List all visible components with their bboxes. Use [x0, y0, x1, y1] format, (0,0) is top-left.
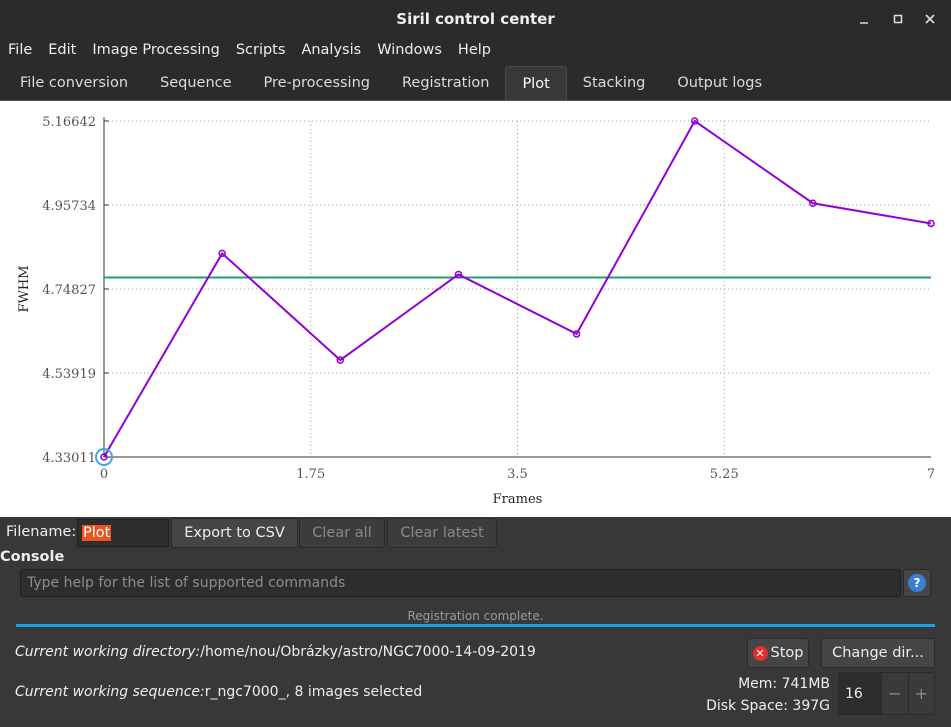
menu-image-processing[interactable]: Image Processing [84, 42, 227, 58]
filename-field[interactable]: Plot [77, 519, 169, 547]
y-tick-label: 4.74827 [42, 283, 96, 298]
fwhm-chart: 0 1.75 3.5 5.25 7 4.33011 4.53919 4.74827 4.9573… [17, 115, 935, 507]
filename-value: Plot [82, 525, 112, 541]
menu-windows[interactable]: Windows [369, 42, 450, 58]
y-tick-label: 4.95734 [42, 199, 96, 214]
y-tick-label: 4.33011 [42, 451, 96, 466]
working-sequence: Current working sequence:r_ngc7000_, 8 i… [15, 684, 422, 700]
tab-pre-processing[interactable]: Pre-processing [248, 66, 386, 100]
progress-fill [16, 624, 935, 627]
clear-latest-button[interactable]: Clear latest [387, 518, 497, 548]
cws-value: r_ngc7000_, 8 images selected [204, 684, 423, 700]
tab-file-conversion[interactable]: File conversion [4, 66, 144, 100]
threads-spinner[interactable]: 16 − + [838, 672, 935, 715]
menu-edit[interactable]: Edit [40, 42, 84, 58]
memory-usage: Mem: 741MB [738, 676, 830, 692]
notebook-tabs: File conversion Sequence Pre-processing … [0, 63, 951, 100]
menu-help[interactable]: Help [450, 42, 499, 58]
tab-registration[interactable]: Registration [386, 66, 505, 100]
console-label: Console [0, 549, 65, 565]
cws-label: Current working sequence: [15, 684, 205, 700]
y-tick-label: 4.53919 [42, 367, 96, 382]
command-input[interactable] [20, 569, 901, 597]
title-bar: Siril control center [0, 0, 951, 37]
filename-label: Filename: [6, 524, 77, 540]
y-axis-label: FWHM [17, 265, 32, 312]
cwd-label: Current working directory: [15, 644, 201, 660]
progress-bar [16, 624, 935, 627]
cwd-value: /home/nou/Obrázky/astro/NGC7000-14-09-20… [200, 644, 536, 660]
menu-scripts[interactable]: Scripts [228, 42, 294, 58]
menu-bar: File Edit Image Processing Scripts Analy… [0, 37, 951, 63]
status-text: Registration complete. [407, 609, 544, 623]
x-tick-label: 5.25 [710, 467, 739, 482]
tab-stacking[interactable]: Stacking [567, 66, 662, 100]
increment-button[interactable]: + [907, 673, 934, 714]
x-tick-label: 0 [100, 467, 108, 482]
x-axis-label: Frames [493, 492, 543, 507]
y-tick-label: 5.16642 [42, 115, 96, 130]
x-tick-label: 1.75 [296, 467, 325, 482]
export-csv-button[interactable]: Export to CSV [171, 518, 298, 548]
menu-analysis[interactable]: Analysis [293, 42, 369, 58]
tab-sequence[interactable]: Sequence [144, 66, 248, 100]
window-title: Siril control center [396, 9, 555, 28]
stop-label: Stop [770, 645, 804, 661]
x-tick-label: 7 [927, 467, 935, 482]
x-tick-label: 3.5 [507, 467, 528, 482]
plot-area[interactable]: 0 1.75 3.5 5.25 7 4.33011 4.53919 4.74827 4.9573… [0, 100, 951, 518]
maximize-icon[interactable] [883, 0, 913, 37]
stop-icon: ✕ [752, 645, 768, 661]
tab-output-logs[interactable]: Output logs [661, 66, 778, 100]
decrement-button[interactable]: − [881, 673, 908, 714]
help-button[interactable]: ? [903, 569, 931, 597]
change-dir-button[interactable]: Change dir... [821, 638, 935, 668]
clear-all-button[interactable]: Clear all [299, 518, 385, 548]
working-directory: Current working directory:/home/nou/Obrá… [15, 644, 536, 660]
minimize-icon[interactable] [849, 0, 879, 37]
help-icon: ? [908, 574, 926, 592]
tab-plot[interactable]: Plot [505, 66, 567, 100]
stop-button[interactable]: ✕ Stop [747, 638, 809, 668]
menu-file[interactable]: File [0, 42, 40, 58]
disk-space: Disk Space: 397G [706, 698, 830, 714]
close-icon[interactable] [915, 0, 945, 37]
threads-value[interactable]: 16 [839, 673, 881, 714]
